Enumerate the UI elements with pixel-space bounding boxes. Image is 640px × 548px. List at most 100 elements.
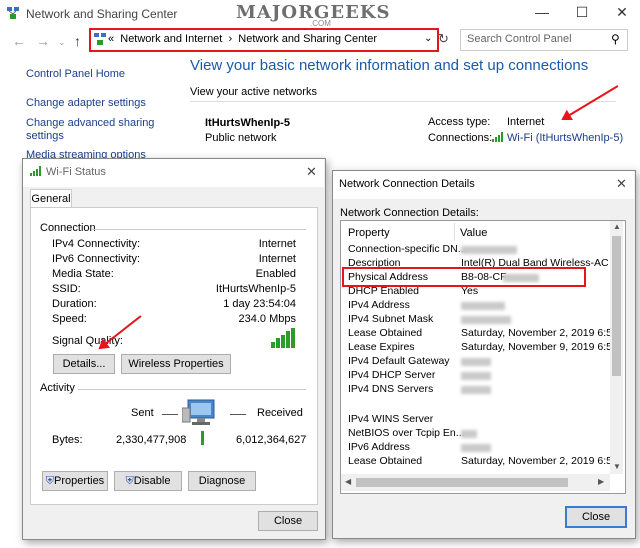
value-cell: Saturday, November 9, 2019 6:51:38 [461,341,610,353]
table-row[interactable]: IPv4 DHCP Server [341,368,610,382]
diagnose-button[interactable]: Diagnose [188,471,256,491]
table-row[interactable]: NetBIOS over Tcpip En... [341,426,610,440]
search-placeholder: Search Control Panel [467,33,572,45]
header-value[interactable]: Value [460,227,487,239]
scroll-right-icon[interactable]: ▶ [598,477,604,486]
connections-label: Connections: [428,132,493,144]
search-icon[interactable]: ⚲ [611,32,620,46]
ipv6-connectivity-label: IPv6 Connectivity: [52,253,141,265]
properties-button-label: Properties [54,475,105,487]
redacted-value [461,372,491,380]
scroll-up-icon[interactable]: ▲ [613,222,621,231]
properties-button[interactable]: ⛨Properties [42,471,108,491]
access-type-label: Access type: [428,116,491,128]
speed-label: Speed: [52,313,87,325]
recent-dropdown-icon[interactable]: ⌄ [58,37,66,48]
network-computer-icon [181,396,222,433]
table-row[interactable]: IPv4 Subnet Mask [341,312,610,326]
majorgeeks-logo-sub: .COM [310,19,331,28]
activity-bar [201,431,204,445]
table-row[interactable]: IPv4 Default Gateway [341,354,610,368]
access-type-value: Internet [507,116,545,128]
table-row[interactable] [341,398,610,412]
property-cell: IPv4 WINS Server [348,413,434,425]
redacted-value [461,316,511,324]
breadcrumb-separator: › [228,33,233,45]
bytes-received-value: 6,012,364,627 [236,434,307,446]
value-cell: Saturday, November 2, 2019 6:51:40 [461,455,610,467]
scroll-down-icon[interactable]: ▼ [613,462,621,471]
property-cell: IPv4 DNS Servers [348,383,434,395]
breadcrumb-overflow[interactable]: « [108,33,114,45]
address-dropdown-icon[interactable]: ⌄ [424,33,432,44]
property-cell: NetBIOS over Tcpip En... [348,427,465,439]
details-close-icon[interactable]: ✕ [616,176,627,192]
activity-group-label: Activity [40,382,75,394]
sidebar-item-adapter-settings[interactable]: Change adapter settings [26,97,146,109]
sidebar-item-advanced-sharing[interactable]: Change advanced sharing settings [26,117,156,143]
value-cell: Saturday, November 2, 2019 6:51:38 [461,327,610,339]
network-center-icon [6,6,20,20]
ipv4-connectivity-value: Internet [258,238,296,250]
sent-label: Sent [131,407,154,419]
scroll-left-icon[interactable]: ◀ [345,477,351,486]
active-networks-heading: View your active networks [190,86,317,98]
breadcrumb-network-internet[interactable]: Network and Internet [120,33,222,45]
speed-value: 234.0 Mbps [238,313,296,325]
sent-activity-line [162,414,178,415]
vertical-scroll-thumb[interactable] [612,236,621,376]
wifi-status-close-icon[interactable]: ✕ [306,164,317,180]
bytes-label: Bytes: [52,434,83,446]
table-row[interactable]: IPv4 Address [341,298,610,312]
red-arrow-connections [562,85,619,120]
property-cell: Lease Obtained [348,455,423,467]
horizontal-scroll-thumb[interactable] [356,478,568,487]
connection-group-line [92,229,306,230]
page-heading: View your basic network information and … [190,57,589,74]
duration-value: 1 day 23:54:04 [223,298,296,310]
table-row[interactable]: Lease Obtained Saturday, November 2, 201… [341,326,610,340]
table-row[interactable]: IPv6 Address [341,440,610,454]
details-close-button[interactable]: Close [565,506,627,528]
wifi-signal-icon [492,132,504,145]
back-arrow-icon[interactable]: ← [12,33,26,49]
disable-button-label: Disable [133,475,171,487]
redacted-value [461,444,491,452]
table-row[interactable]: Lease Expires Saturday, November 9, 2019… [341,340,610,354]
shield-icon: ⛨ [45,475,55,487]
address-bar-icon [93,32,107,49]
table-row[interactable]: Lease Obtained Saturday, November 2, 201… [341,454,610,468]
close-window-button[interactable]: ✕ [607,4,637,21]
shield-icon: ⛨ [125,475,134,487]
duration-label: Duration: [52,298,97,310]
physical-address-highlight [342,267,586,287]
connection-group-label: Connection [40,222,96,234]
maximize-button[interactable]: ☐ [567,4,597,21]
wireless-properties-button[interactable]: Wireless Properties [121,354,231,374]
forward-arrow-icon[interactable]: → [36,33,50,49]
table-row[interactable]: Connection-specific DN... [341,242,610,256]
redacted-value [461,386,491,394]
header-property[interactable]: Property [348,227,390,239]
wifi-status-close-button[interactable]: Close [258,511,318,531]
up-arrow-icon[interactable]: ↑ [74,33,81,49]
breadcrumb-sharing-center[interactable]: Network and Sharing Center [238,33,377,45]
ssid-value: ItHurtsWhenIp-5 [215,283,296,295]
property-cell: IPv4 Address [348,299,410,311]
table-row[interactable]: IPv4 WINS Server [341,412,610,426]
minimize-button[interactable]: — [527,4,557,20]
window-title: Network and Sharing Center [26,7,178,21]
property-cell: Lease Expires [348,341,415,353]
details-button[interactable]: Details... [53,354,115,374]
connections-link[interactable]: Wi-Fi (ItHurtsWhenIp-5) [507,132,623,144]
table-row[interactable]: IPv4 DNS Servers [341,382,610,396]
property-cell: IPv4 DHCP Server [348,369,436,381]
details-list-label: Network Connection Details: [340,207,479,219]
bytes-sent-value: 2,330,477,908 [116,434,187,446]
property-cell: IPv4 Default Gateway [348,355,450,367]
refresh-icon[interactable]: ↻ [438,31,449,47]
network-type[interactable]: Public network [205,132,277,144]
sidebar-item-control-panel-home[interactable]: Control Panel Home [26,68,125,80]
tab-general[interactable]: General [30,189,72,208]
disable-button[interactable]: ⛨Disable [114,471,182,491]
